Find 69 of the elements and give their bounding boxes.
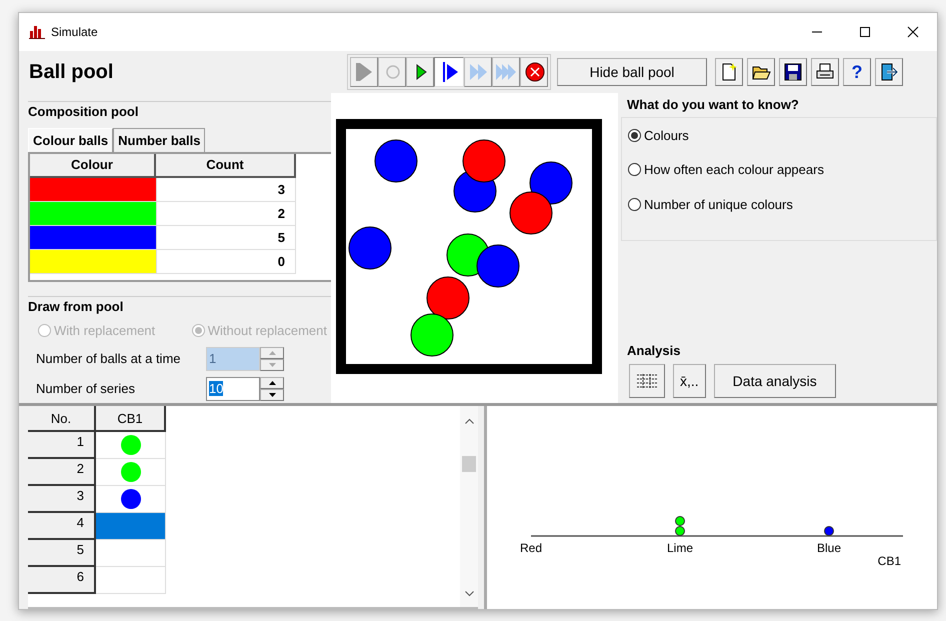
app-icon bbox=[29, 25, 45, 39]
stop-button[interactable] bbox=[520, 57, 548, 87]
help-button[interactable]: ? bbox=[843, 58, 871, 86]
spin-up-button[interactable] bbox=[260, 377, 284, 389]
close-icon bbox=[907, 26, 919, 38]
table-cell[interactable] bbox=[96, 513, 166, 540]
print-button[interactable] bbox=[811, 58, 839, 86]
radio-button[interactable] bbox=[628, 163, 641, 176]
down-arrow-icon bbox=[268, 363, 276, 367]
hide-pool-button[interactable]: Hide ball pool bbox=[557, 58, 707, 86]
radio-button[interactable] bbox=[628, 128, 641, 142]
table-icon bbox=[637, 374, 657, 388]
option-label: Number of unique colours bbox=[644, 196, 793, 214]
colour-swatch[interactable] bbox=[30, 250, 156, 274]
tick-label: Red bbox=[520, 541, 542, 555]
tab[interactable]: Colour balls bbox=[28, 128, 114, 152]
table-cell[interactable]: 5 bbox=[156, 226, 296, 250]
table-cell[interactable] bbox=[96, 459, 166, 486]
stop-icon bbox=[523, 60, 545, 84]
row-number: 1 bbox=[28, 432, 96, 459]
option-label: How often each colour appears bbox=[644, 161, 824, 179]
save-icon bbox=[783, 62, 803, 82]
down-arrow-icon bbox=[268, 393, 276, 397]
window-title: Simulate bbox=[51, 24, 98, 41]
table-cell[interactable] bbox=[96, 486, 166, 513]
option-label: Without replacement bbox=[208, 322, 327, 340]
field-label: Number of balls at a time bbox=[36, 350, 182, 368]
analysis-button[interactable]: x̄,.. bbox=[673, 364, 706, 398]
tab[interactable]: Number balls bbox=[113, 128, 206, 152]
up-arrow-icon bbox=[268, 381, 276, 385]
save-button[interactable] bbox=[779, 58, 807, 86]
step-button[interactable] bbox=[406, 57, 434, 87]
column-header: Colour bbox=[30, 154, 156, 178]
table-cell[interactable]: 0 bbox=[156, 250, 296, 274]
option-label: Colours bbox=[644, 126, 689, 144]
axis-label: CB1 bbox=[878, 554, 901, 568]
table-cell[interactable] bbox=[96, 540, 166, 567]
option-label: With replacement bbox=[54, 322, 156, 340]
open-folder-button[interactable] bbox=[747, 58, 775, 86]
column-header: No. bbox=[28, 406, 96, 432]
panel-heading: Ball pool bbox=[29, 60, 114, 85]
column-header: CB1 bbox=[96, 406, 166, 432]
table-cell[interactable] bbox=[96, 432, 166, 459]
up-arrow-icon bbox=[268, 351, 276, 355]
row-number: 2 bbox=[28, 459, 96, 486]
table-cell[interactable]: 2 bbox=[156, 202, 296, 226]
run-button[interactable] bbox=[434, 57, 464, 87]
colour-swatch[interactable] bbox=[30, 178, 156, 202]
radio-button[interactable] bbox=[628, 198, 641, 211]
maximize-icon bbox=[859, 26, 871, 38]
row-number: 4 bbox=[28, 513, 96, 540]
spin-down-button[interactable] bbox=[260, 389, 284, 401]
tick-label: Lime bbox=[667, 541, 693, 555]
column-header: Count bbox=[156, 154, 296, 178]
row-number: 6 bbox=[28, 567, 96, 594]
tick-label: Blue bbox=[816, 541, 842, 555]
field-label: Number of series bbox=[36, 380, 136, 398]
row-number: 3 bbox=[28, 486, 96, 513]
row-number: 5 bbox=[28, 540, 96, 567]
analysis-button[interactable]: Data analysis bbox=[714, 364, 836, 398]
table-cell[interactable]: 3 bbox=[156, 178, 296, 202]
table-button[interactable] bbox=[629, 364, 665, 398]
exit-icon bbox=[879, 62, 899, 82]
colour-swatch[interactable] bbox=[30, 226, 156, 250]
exit-button[interactable] bbox=[875, 58, 903, 86]
colour-swatch[interactable] bbox=[30, 202, 156, 226]
scrollbar-thumb[interactable] bbox=[462, 456, 476, 472]
new-file-button[interactable] bbox=[715, 58, 743, 86]
table-cell[interactable] bbox=[96, 567, 166, 594]
